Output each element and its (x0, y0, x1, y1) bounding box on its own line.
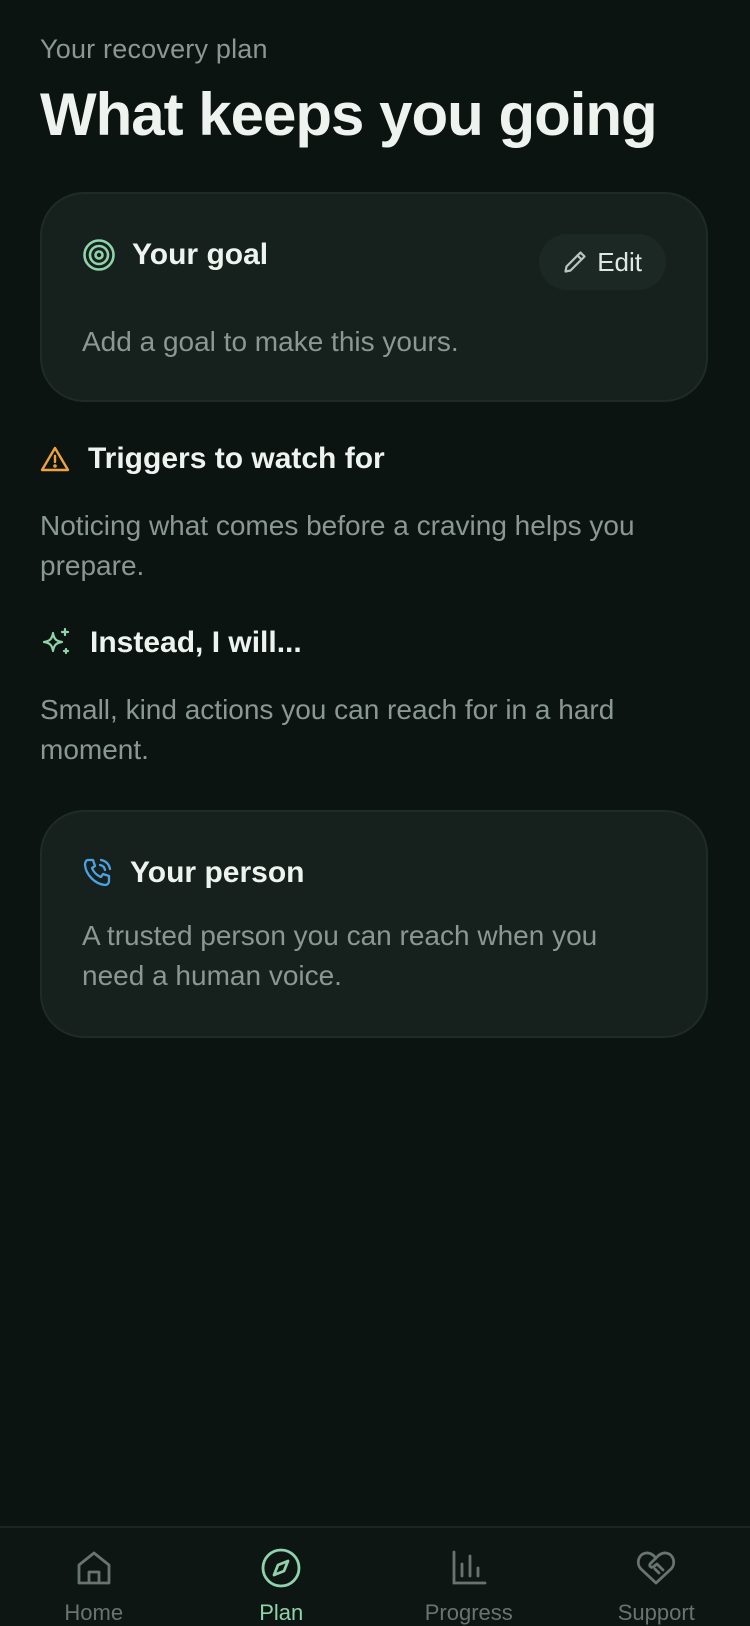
edit-label: Edit (597, 247, 642, 278)
goal-card-body: Add a goal to make this yours. (82, 322, 666, 362)
target-icon (82, 238, 116, 272)
nav-label-support: Support (618, 1600, 695, 1626)
page-eyebrow: Your recovery plan (40, 34, 268, 65)
nav-label-progress: Progress (425, 1600, 513, 1626)
instead-description: Small, kind actions you can reach for in… (40, 690, 710, 770)
nav-item-progress[interactable]: Progress (375, 1528, 563, 1626)
nav-item-home[interactable]: Home (0, 1528, 188, 1626)
nav-label-home: Home (64, 1600, 123, 1626)
goal-card-header: Your goal (82, 238, 268, 272)
bar-chart-icon (449, 1546, 489, 1590)
compass-icon (260, 1546, 302, 1590)
nav-item-support[interactable]: Support (563, 1528, 750, 1626)
goal-card-title: Your goal (132, 238, 268, 272)
person-card-title: Your person (130, 856, 304, 890)
warning-icon (40, 445, 70, 473)
phone-call-icon (82, 857, 114, 889)
nav-item-plan[interactable]: Plan (188, 1528, 376, 1626)
home-icon (74, 1546, 114, 1590)
person-card-header: Your person (82, 856, 304, 890)
goal-card: Your goal Edit Add a goal to make this y… (40, 192, 708, 402)
triggers-description: Noticing what comes before a craving hel… (40, 506, 710, 586)
page-title: What keeps you going (40, 80, 657, 149)
bottom-nav: Home Plan Progress (0, 1526, 750, 1626)
sparkle-icon (40, 627, 72, 659)
pencil-icon (561, 248, 589, 276)
triggers-title: Triggers to watch for (88, 442, 385, 476)
nav-label-plan: Plan (259, 1600, 303, 1626)
instead-header: Instead, I will... (40, 626, 302, 660)
edit-goal-button[interactable]: Edit (539, 234, 666, 290)
person-card: Your person A trusted person you can rea… (40, 810, 708, 1038)
person-card-body: A trusted person you can reach when you … (82, 916, 666, 996)
instead-title: Instead, I will... (90, 626, 302, 660)
heart-handshake-icon (635, 1546, 677, 1590)
triggers-header: Triggers to watch for (40, 442, 385, 476)
